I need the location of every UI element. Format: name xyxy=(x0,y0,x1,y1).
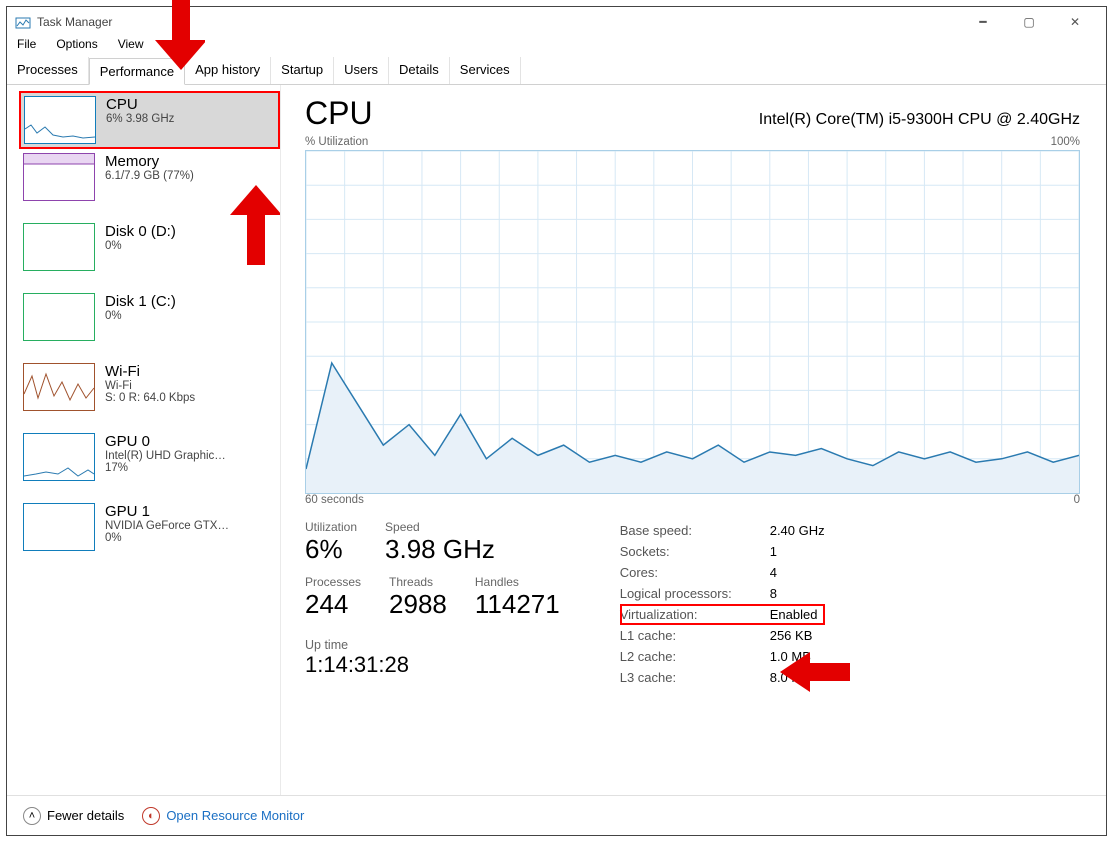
open-resource-monitor-label: Open Resource Monitor xyxy=(166,808,304,823)
memory-thumb-icon xyxy=(23,153,95,201)
sidebar-item-sub: 0% xyxy=(105,310,176,322)
sidebar-item-label: GPU 1 xyxy=(105,503,229,520)
sidebar-item-disk1[interactable]: Disk 1 (C:) 0% xyxy=(19,289,280,359)
annotation-arrow-left xyxy=(780,652,850,697)
stats-left: Utilization6% Speed3.98 GHz Processes244… xyxy=(305,520,560,688)
info-key: Base speed: xyxy=(620,523,770,538)
tab-services[interactable]: Services xyxy=(450,57,521,84)
info-val: 2.40 GHz xyxy=(770,523,825,538)
info-key: Logical processors: xyxy=(620,586,770,601)
fewer-details-button[interactable]: ˄ Fewer details xyxy=(23,807,124,825)
title-text: Task Manager xyxy=(37,15,112,29)
sidebar-item-label: GPU 0 xyxy=(105,433,226,450)
info-val: 1 xyxy=(770,544,777,559)
tab-users[interactable]: Users xyxy=(334,57,389,84)
info-val: 256 KB xyxy=(770,628,813,643)
info-key: L2 cache: xyxy=(620,649,770,664)
maximize-button[interactable]: ▢ xyxy=(1006,7,1052,37)
open-resource-monitor-link[interactable]: ◐ Open Resource Monitor xyxy=(142,807,304,825)
sidebar-item-sub: Wi-Fi xyxy=(105,380,195,392)
menu-file[interactable]: File xyxy=(13,37,40,57)
sidebar-item-label: Wi-Fi xyxy=(105,363,195,380)
gpu-thumb-icon xyxy=(23,433,95,481)
han-value: 114271 xyxy=(475,589,560,619)
util-value: 6% xyxy=(305,534,343,564)
fewer-details-label: Fewer details xyxy=(47,808,124,823)
close-button[interactable]: ✕ xyxy=(1052,7,1098,37)
annotation-arrow-up xyxy=(230,185,280,270)
info-val-virtualization: Enabled xyxy=(770,607,818,622)
proc-label: Processes xyxy=(305,575,361,589)
chart-top-right: 100% xyxy=(1051,136,1080,148)
minimize-button[interactable]: ━ xyxy=(960,7,1006,37)
sidebar-item-label: Disk 1 (C:) xyxy=(105,293,176,310)
han-label: Handles xyxy=(475,575,560,589)
menu-options[interactable]: Options xyxy=(52,37,101,57)
sidebar-item-sub: NVIDIA GeForce GTX… xyxy=(105,520,229,532)
sidebar-item-sub: Intel(R) UHD Graphic… xyxy=(105,450,226,462)
window: Task Manager ━ ▢ ✕ File Options View Pro… xyxy=(6,6,1107,836)
sidebar-item-cpu[interactable]: CPU 6% 3.98 GHz xyxy=(19,91,280,149)
sidebar-item-label: Memory xyxy=(105,153,194,170)
cpu-model: Intel(R) Core(TM) i5-9300H CPU @ 2.40GHz xyxy=(759,111,1080,129)
disk-thumb-icon xyxy=(23,223,95,271)
gpu-thumb-icon xyxy=(23,503,95,551)
sidebar-item-label: CPU xyxy=(106,96,174,113)
annotation-arrow-down xyxy=(155,0,205,75)
sidebar-item-label: Disk 0 (D:) xyxy=(105,223,176,240)
sidebar-item-sub2: 17% xyxy=(105,462,226,474)
thr-label: Threads xyxy=(389,575,447,589)
speed-value: 3.98 GHz xyxy=(385,534,495,564)
info-key: L1 cache: xyxy=(620,628,770,643)
thr-value: 2988 xyxy=(389,589,447,619)
footer: ˄ Fewer details ◐ Open Resource Monitor xyxy=(7,795,1106,835)
info-val: 8 xyxy=(770,586,777,601)
body: CPU 6% 3.98 GHz Memory 6.1/7.9 GB (77%) … xyxy=(7,85,1106,795)
sidebar-item-sub2: 0% xyxy=(105,532,229,544)
info-key: Sockets: xyxy=(620,544,770,559)
menu-view[interactable]: View xyxy=(114,37,148,57)
chart-bot-left: 60 seconds xyxy=(305,494,364,506)
disk-thumb-icon xyxy=(23,293,95,341)
main-panel: CPU Intel(R) Core(TM) i5-9300H CPU @ 2.4… xyxy=(281,85,1106,795)
sidebar-item-sub: 6% 3.98 GHz xyxy=(106,113,174,125)
tab-processes[interactable]: Processes xyxy=(7,57,89,84)
chart-bot-right: 0 xyxy=(1074,494,1080,506)
sidebar-item-gpu0[interactable]: GPU 0 Intel(R) UHD Graphic… 17% xyxy=(19,429,280,499)
cpu-thumb-icon xyxy=(24,96,96,144)
sidebar-item-gpu1[interactable]: GPU 1 NVIDIA GeForce GTX… 0% xyxy=(19,499,280,569)
tab-details[interactable]: Details xyxy=(389,57,450,84)
info-key-virtualization: Virtualization: xyxy=(620,607,770,622)
stats-area: Utilization6% Speed3.98 GHz Processes244… xyxy=(305,520,1080,688)
uptime-label: Up time xyxy=(305,638,560,652)
page-title: CPU xyxy=(305,95,373,132)
uptime-value: 1:14:31:28 xyxy=(305,652,560,678)
sidebar-item-sub2: S: 0 R: 64.0 Kbps xyxy=(105,392,195,404)
util-label: Utilization xyxy=(305,520,357,534)
app-icon xyxy=(15,14,31,30)
tab-startup[interactable]: Startup xyxy=(271,57,334,84)
monitor-icon: ◐ xyxy=(142,807,160,825)
info-val: 4 xyxy=(770,565,777,580)
proc-value: 244 xyxy=(305,589,348,619)
info-key: Cores: xyxy=(620,565,770,580)
sidebar-item-sub: 6.1/7.9 GB (77%) xyxy=(105,170,194,182)
info-key: L3 cache: xyxy=(620,670,770,685)
cpu-utilization-chart xyxy=(305,150,1080,494)
chevron-up-icon: ˄ xyxy=(23,807,41,825)
wifi-thumb-icon xyxy=(23,363,95,411)
chart-top-left: % Utilization xyxy=(305,136,368,148)
speed-label: Speed xyxy=(385,520,495,534)
sidebar-item-sub: 0% xyxy=(105,240,176,252)
sidebar-item-wifi[interactable]: Wi-Fi Wi-Fi S: 0 R: 64.0 Kbps xyxy=(19,359,280,429)
